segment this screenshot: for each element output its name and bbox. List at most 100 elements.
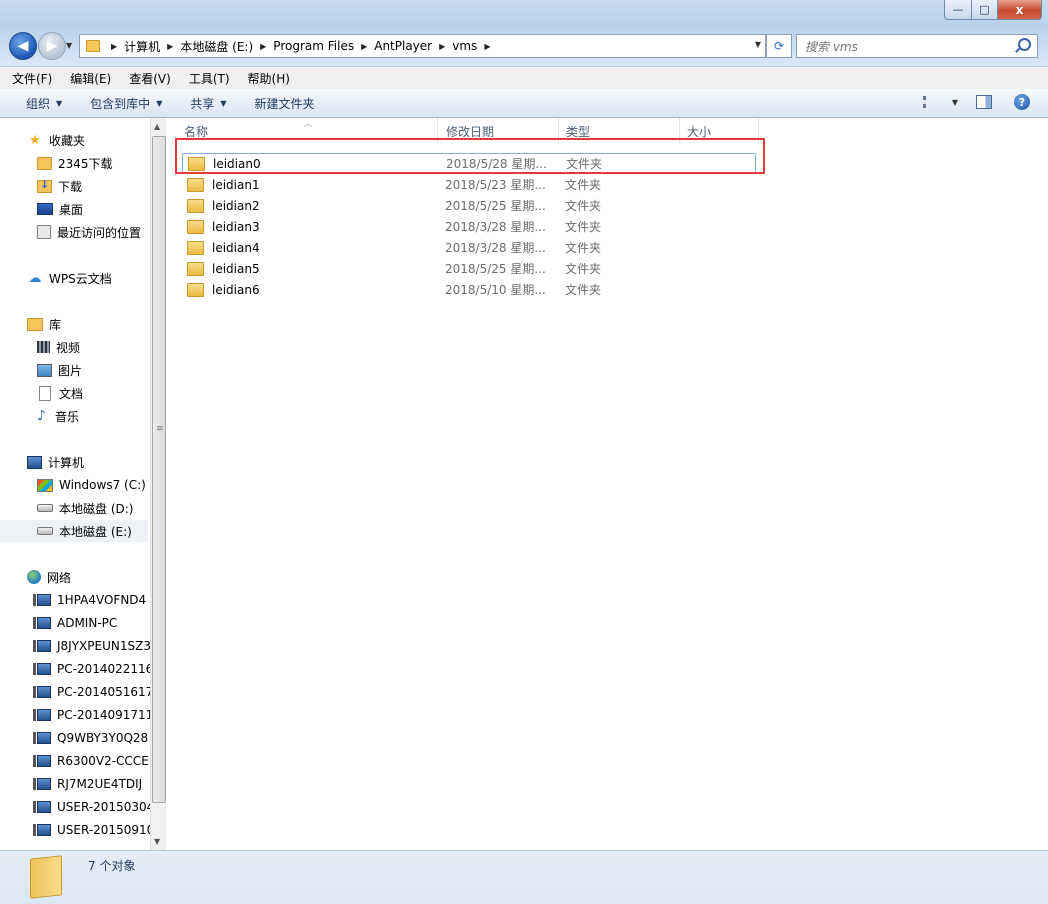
breadcrumb-vms[interactable]: vms — [452, 39, 477, 53]
nav-item-label: 文档 — [59, 386, 84, 401]
nav-item-network-pc[interactable]: PC-2014051617 — [0, 681, 150, 703]
file-row[interactable]: leidian1 2018/5/23 星期... 文件夹 — [182, 174, 756, 195]
nav-item-network-pc[interactable]: Q9WBY3Y0Q28 — [0, 727, 150, 749]
address-bar[interactable]: ▶ 计算机 ▶ 本地磁盘 (E:) ▶ Program Files ▶ AntP… — [79, 34, 766, 58]
star-icon: ★ — [29, 132, 41, 148]
menu-view[interactable]: 查看(V) — [117, 70, 177, 87]
scroll-thumb[interactable]: ≡ — [152, 136, 166, 803]
minimize-button[interactable]: — — [944, 0, 972, 20]
nav-item-network-pc[interactable]: USER-20150910 — [0, 819, 150, 841]
file-row[interactable]: leidian4 2018/3/28 星期... 文件夹 — [182, 237, 756, 258]
favorites-group[interactable]: ★ 收藏夹 — [0, 129, 150, 151]
picture-icon — [37, 363, 52, 377]
file-name: leidian5 — [212, 261, 260, 276]
file-row[interactable]: leidian5 2018/5/25 星期... 文件夹 — [182, 258, 756, 279]
nav-item-network-pc[interactable]: R6300V2-CCCE — [0, 750, 150, 772]
nav-item-label: 2345下载 — [58, 156, 113, 171]
folder-icon — [187, 198, 204, 213]
libraries-group[interactable]: 库 — [0, 313, 150, 335]
chevron-right-icon[interactable]: ▶ — [484, 42, 490, 51]
network-group[interactable]: 网络 — [0, 566, 150, 588]
nav-item-2345-download[interactable]: 2345下载 — [0, 152, 150, 174]
nav-item-label: R6300V2-CCCE — [57, 754, 149, 768]
nav-item-label: PC-2014051617 — [57, 685, 150, 699]
close-button[interactable]: x — [998, 0, 1042, 20]
nav-item-network-pc[interactable]: J8JYXPEUN1SZ3 — [0, 635, 150, 657]
computer-label: 计算机 — [48, 455, 85, 470]
nav-item-label: 1HPA4VOFND4 — [57, 593, 147, 607]
nav-item-label: 桌面 — [59, 202, 84, 217]
hard-drive-icon — [37, 504, 53, 512]
file-name: leidian1 — [212, 177, 260, 192]
menu-edit[interactable]: 编辑(E) — [58, 70, 117, 87]
nav-item-label: PC-2014022116 — [57, 662, 150, 676]
include-library-button[interactable]: 包含到库中 ▼ — [90, 95, 162, 112]
chevron-right-icon[interactable]: ▶ — [111, 42, 117, 51]
breadcrumb-antplayer[interactable]: AntPlayer — [374, 39, 432, 53]
nav-item-downloads[interactable]: 下载 — [0, 175, 150, 197]
forward-button[interactable]: ▶ — [38, 32, 66, 60]
computer-group[interactable]: 计算机 — [0, 451, 150, 473]
nav-item-network-pc[interactable]: ADMIN-PC — [0, 612, 150, 634]
chevron-right-icon[interactable]: ▶ — [439, 42, 445, 51]
nav-item-label: 下载 — [58, 179, 83, 194]
downloads-icon — [37, 178, 52, 193]
preview-pane-icon[interactable] — [976, 95, 992, 109]
help-icon[interactable]: ? — [1014, 94, 1030, 110]
nav-item-desktop[interactable]: 桌面 — [0, 198, 150, 220]
file-row[interactable]: leidian3 2018/3/28 星期... 文件夹 — [182, 216, 756, 237]
history-dropdown-icon[interactable]: ▼ — [66, 41, 72, 50]
search-icon[interactable] — [1018, 38, 1031, 51]
address-dropdown-icon[interactable]: ▼ — [755, 40, 761, 49]
caret-down-icon: ▼ — [156, 98, 163, 108]
view-details-icon[interactable] — [922, 96, 942, 108]
new-folder-button[interactable]: 新建文件夹 — [255, 95, 315, 112]
network-computer-icon — [33, 732, 51, 744]
file-date: 2018/5/25 星期... — [445, 199, 546, 213]
file-date: 2018/3/28 星期... — [445, 220, 546, 234]
scroll-down-icon[interactable]: ▼ — [154, 837, 160, 846]
chevron-right-icon[interactable]: ▶ — [260, 42, 266, 51]
maximize-button[interactable]: □ — [972, 0, 998, 20]
search-input[interactable] — [803, 37, 1007, 57]
scroll-up-icon[interactable]: ▲ — [154, 122, 160, 131]
breadcrumb-drive-e[interactable]: 本地磁盘 (E:) — [180, 38, 253, 55]
back-button[interactable]: ◀ — [9, 32, 37, 60]
menu-help[interactable]: 帮助(H) — [236, 70, 296, 87]
view-dropdown-icon[interactable]: ▼ — [952, 98, 958, 107]
menu-file[interactable]: 文件(F) — [0, 70, 58, 87]
details-pane: 7 个对象 — [0, 850, 1048, 904]
nav-item-network-pc[interactable]: USER-20150304 — [0, 796, 150, 818]
share-button[interactable]: 共享 ▼ — [190, 95, 226, 112]
navigation-pane-scrollbar[interactable]: ▲ ≡ ▼ — [150, 118, 166, 850]
breadcrumb-computer[interactable]: 计算机 — [124, 38, 160, 55]
nav-item-music[interactable]: ♪ 音乐 — [0, 405, 150, 427]
chevron-right-icon[interactable]: ▶ — [361, 42, 367, 51]
nav-item-label: 本地磁盘 (D:) — [59, 501, 134, 516]
nav-item-label: J8JYXPEUN1SZ3 — [57, 639, 150, 653]
wps-cloud-group[interactable]: ☁ WPS云文档 — [0, 267, 150, 289]
file-row[interactable]: leidian6 2018/5/10 星期... 文件夹 — [182, 279, 756, 300]
nav-item-network-pc[interactable]: PC-2014091711 — [0, 704, 150, 726]
nav-item-videos[interactable]: 视频 — [0, 336, 150, 358]
chevron-right-icon[interactable]: ▶ — [167, 42, 173, 51]
file-date: 2018/5/25 星期... — [445, 262, 546, 276]
nav-item-network-pc[interactable]: 1HPA4VOFND4 — [0, 589, 150, 611]
file-date: 2018/5/10 星期... — [445, 283, 546, 297]
menu-tools[interactable]: 工具(T) — [177, 70, 236, 87]
nav-item-drive-e[interactable]: 本地磁盘 (E:) — [0, 520, 148, 542]
nav-item-drive-c[interactable]: Windows7 (C:) — [0, 474, 150, 496]
nav-item-drive-d[interactable]: 本地磁盘 (D:) — [0, 497, 150, 519]
nav-item-recent[interactable]: 最近访问的位置 — [0, 221, 150, 243]
nav-item-documents[interactable]: 文档 — [0, 382, 150, 404]
organize-button[interactable]: 组织 ▼ — [26, 95, 62, 112]
nav-item-network-pc[interactable]: PC-2014022116 — [0, 658, 150, 680]
nav-item-pictures[interactable]: 图片 — [0, 359, 150, 381]
nav-item-network-pc[interactable]: RJ7M2UE4TDIJ — [0, 773, 150, 795]
library-icon — [27, 317, 43, 331]
breadcrumb-program-files[interactable]: Program Files — [273, 39, 354, 53]
refresh-button[interactable]: ⟳ — [766, 34, 792, 58]
search-box[interactable] — [796, 34, 1038, 58]
file-row[interactable]: leidian2 2018/5/25 星期... 文件夹 — [182, 195, 756, 216]
network-computer-icon — [33, 663, 51, 675]
